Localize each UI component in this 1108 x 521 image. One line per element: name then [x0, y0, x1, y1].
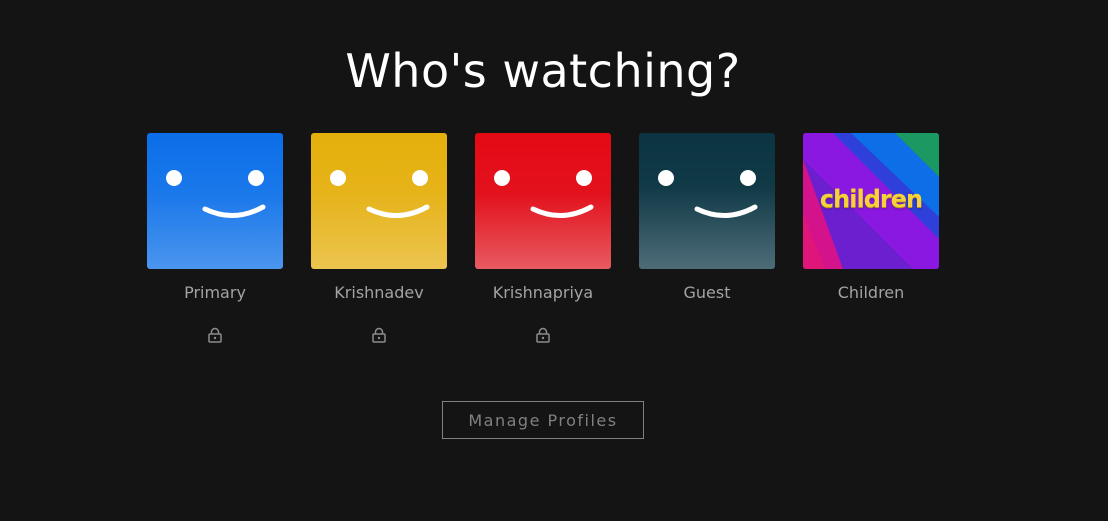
- lock-icon: [372, 327, 386, 343]
- profile-selection-page: Who's watching? Primary Krishnadev Krish…: [0, 0, 1108, 521]
- profile-name[interactable]: Krishnadev: [334, 283, 423, 303]
- profile-name[interactable]: Krishnapriya: [493, 283, 593, 303]
- avatar[interactable]: [311, 133, 447, 269]
- profile-name[interactable]: Children: [838, 283, 905, 303]
- profile-list: Primary Krishnadev Krishnapriya Guest ch…: [147, 133, 939, 343]
- avatar[interactable]: [475, 133, 611, 269]
- profile-krishnapriya[interactable]: Krishnapriya: [475, 133, 611, 343]
- avatar[interactable]: children: [803, 133, 939, 269]
- lock-spacer: [863, 327, 879, 343]
- smiley-face-icon: [330, 170, 430, 218]
- profile-name[interactable]: Guest: [684, 283, 731, 303]
- lock-icon: [208, 327, 222, 343]
- avatar[interactable]: [639, 133, 775, 269]
- profile-children[interactable]: children Children: [803, 133, 939, 343]
- children-logo-text: children: [819, 185, 923, 213]
- profile-guest[interactable]: Guest: [639, 133, 775, 343]
- smiley-face-icon: [494, 170, 594, 218]
- lock-spacer: [699, 327, 715, 343]
- profile-primary[interactable]: Primary: [147, 133, 283, 343]
- page-title: Who's watching?: [345, 44, 741, 98]
- manage-profiles-button[interactable]: Manage Profiles: [442, 401, 644, 439]
- avatar[interactable]: [147, 133, 283, 269]
- smiley-face-icon: [166, 170, 266, 218]
- lock-icon: [536, 327, 550, 343]
- profile-name[interactable]: Primary: [184, 283, 246, 303]
- profile-krishnadev[interactable]: Krishnadev: [311, 133, 447, 343]
- smiley-face-icon: [658, 170, 758, 218]
